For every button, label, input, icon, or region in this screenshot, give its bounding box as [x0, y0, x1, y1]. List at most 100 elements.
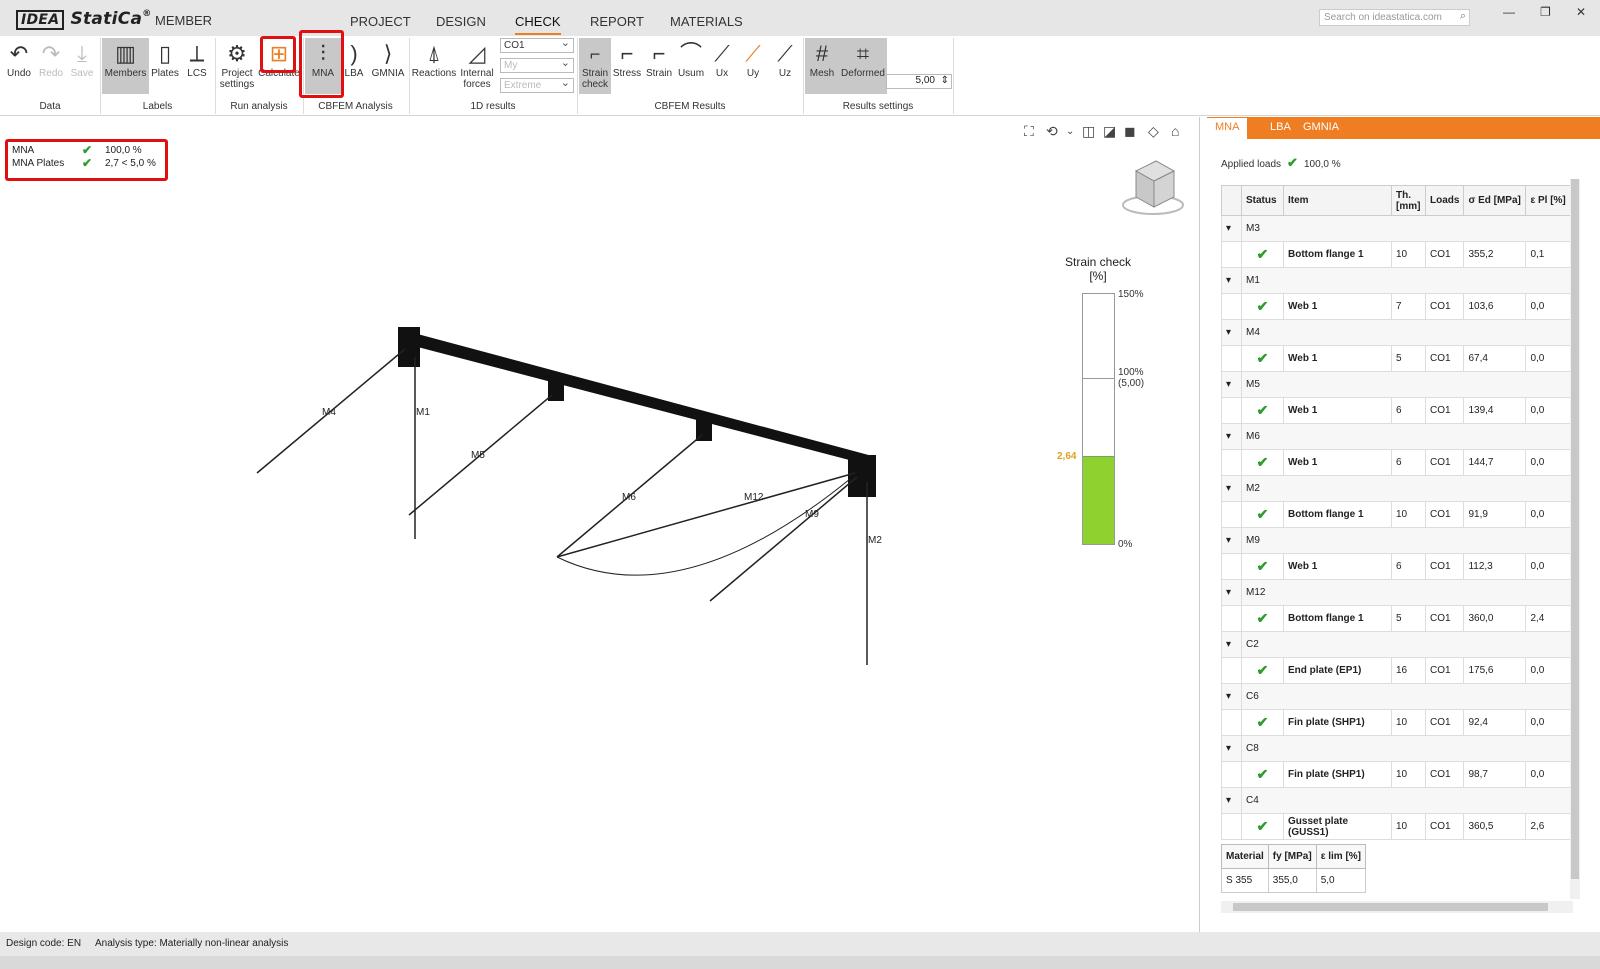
- tab-mna[interactable]: MNA: [1207, 118, 1248, 139]
- col-status[interactable]: Status: [1241, 185, 1284, 216]
- table-row[interactable]: ✔ Web 1 7 CO1 103,6 0,0: [1221, 293, 1573, 320]
- group-row[interactable]: ▾ M3: [1221, 215, 1573, 242]
- deformation-scale-input[interactable]: 5,00: [886, 74, 952, 89]
- group-row[interactable]: ▾ M9: [1221, 527, 1573, 554]
- 3d-viewport[interactable]: MNA ✔ 100,0 % MNA Plates ✔ 2,7 < 5,0 % ⛶ ⟲ ⌄…: [0, 117, 1200, 932]
- horizontal-scrollbar[interactable]: [1221, 901, 1573, 913]
- gmnia-button[interactable]: ⟩ GMNIA: [368, 38, 408, 94]
- expand-icon[interactable]: ▾: [1221, 631, 1242, 658]
- group-row[interactable]: ▾ C8: [1221, 735, 1573, 762]
- scrollbar-thumb[interactable]: [1571, 179, 1579, 879]
- extreme-select[interactable]: Extreme: [500, 76, 574, 93]
- scrollbar-thumb[interactable]: [1233, 903, 1548, 911]
- table-row[interactable]: ✔ Bottom flange 1 10 CO1 91,9 0,0: [1221, 501, 1573, 528]
- group-row[interactable]: ▾ M12: [1221, 579, 1573, 606]
- col-stress[interactable]: σ Ed [MPa]: [1463, 185, 1527, 216]
- expand-icon[interactable]: ▾: [1221, 527, 1242, 554]
- save-button[interactable]: ⤓ Save: [66, 38, 98, 94]
- table-row[interactable]: ✔ Gusset plate (GUSS1) 10 CO1 360,5 2,6: [1221, 813, 1573, 840]
- group-run-label: Run analysis: [230, 101, 288, 112]
- minimize-icon[interactable]: —: [1503, 5, 1515, 19]
- ux-button[interactable]: ⟋ Ux: [707, 38, 737, 94]
- vertical-scrollbar[interactable]: [1570, 179, 1580, 899]
- group-row[interactable]: ▾ M2: [1221, 475, 1573, 502]
- strain-check-button[interactable]: ⌐ Strain check: [579, 38, 611, 94]
- view-side-icon[interactable]: ◪: [1103, 123, 1116, 140]
- group-labels-label: Labels: [142, 101, 173, 112]
- group-row[interactable]: ▾ M1: [1221, 267, 1573, 294]
- stress-button[interactable]: ⌐ Stress: [611, 38, 643, 94]
- uz-button[interactable]: ⟋ Uz: [769, 38, 801, 94]
- expand-icon[interactable]: ▾: [1221, 267, 1242, 294]
- col-loads[interactable]: Loads: [1424, 185, 1465, 216]
- view-cube[interactable]: [1118, 153, 1188, 221]
- close-icon[interactable]: ✕: [1576, 5, 1586, 19]
- table-row[interactable]: ✔ Fin plate (SHP1) 10 CO1 92,4 0,0: [1221, 709, 1573, 736]
- table-row[interactable]: ✔ End plate (EP1) 16 CO1 175,6 0,0: [1221, 657, 1573, 684]
- lcs-button[interactable]: ⟂ LCS: [181, 38, 213, 94]
- project-settings-button[interactable]: ⚙ Project settings: [217, 38, 257, 94]
- mesh-button[interactable]: # Mesh: [805, 38, 839, 94]
- menu-design[interactable]: DESIGN: [436, 14, 486, 29]
- rotate-icon[interactable]: ⟲: [1046, 123, 1058, 140]
- table-row[interactable]: ✔ Fin plate (SHP1) 10 CO1 98,7 0,0: [1221, 761, 1573, 788]
- stress-cell: 360,0: [1463, 605, 1527, 632]
- tab-gmnia[interactable]: GMNIA: [1303, 121, 1339, 133]
- group-row[interactable]: ▾ C6: [1221, 683, 1573, 710]
- load-case-select[interactable]: CO1: [500, 36, 574, 53]
- expand-icon[interactable]: ▾: [1221, 371, 1242, 398]
- home-icon[interactable]: ⌂: [1171, 123, 1179, 139]
- menu-check[interactable]: CHECK: [515, 14, 561, 35]
- redo-button[interactable]: ↷ Redo: [36, 38, 66, 94]
- view-front-icon[interactable]: ◫: [1082, 123, 1095, 140]
- thickness-cell: 5: [1391, 345, 1426, 372]
- loads-cell: CO1: [1424, 293, 1465, 320]
- component-select[interactable]: My: [500, 56, 574, 73]
- members-button[interactable]: ▥ Members: [102, 38, 149, 94]
- menu-materials[interactable]: MATERIALS: [670, 14, 743, 29]
- table-row[interactable]: ✔ Web 1 6 CO1 139,4 0,0: [1221, 397, 1573, 424]
- strain-cell: 0,0: [1525, 553, 1573, 580]
- expand-icon[interactable]: ▾: [1221, 683, 1242, 710]
- expand-icon[interactable]: ▾: [1221, 735, 1242, 762]
- group-row[interactable]: ▾ C4: [1221, 787, 1573, 814]
- expand-icon[interactable]: ▾: [1221, 787, 1242, 814]
- strain-button[interactable]: ⌐ Strain: [643, 38, 675, 94]
- internal-forces-button[interactable]: ◿ Internal forces: [457, 38, 497, 94]
- reactions-button[interactable]: ⍋ Reactions: [411, 38, 457, 94]
- section-icon[interactable]: ◇: [1148, 123, 1159, 140]
- usum-button[interactable]: ⌒ Usum: [675, 38, 707, 94]
- uy-button[interactable]: ⟋ Uy: [737, 38, 769, 94]
- plates-button[interactable]: ▯ Plates: [149, 38, 181, 94]
- restore-icon[interactable]: ❐: [1540, 5, 1551, 19]
- group-row[interactable]: ▾ M6: [1221, 423, 1573, 450]
- zoom-extents-icon[interactable]: ⛶: [1024, 123, 1034, 140]
- undo-button[interactable]: ↶ Undo: [2, 38, 36, 94]
- table-row[interactable]: ✔ Web 1 5 CO1 67,4 0,0: [1221, 345, 1573, 372]
- expand-icon[interactable]: ▾: [1221, 319, 1242, 346]
- lba-button[interactable]: ) LBA: [342, 38, 366, 94]
- col-item[interactable]: Item: [1283, 185, 1392, 216]
- expand-icon[interactable]: ▾: [1221, 423, 1242, 450]
- item-cell: Web 1: [1283, 345, 1392, 372]
- menu-report[interactable]: REPORT: [590, 14, 644, 29]
- menu-project[interactable]: PROJECT: [350, 14, 411, 29]
- col-plastic-strain[interactable]: ε Pl [%]: [1525, 185, 1573, 216]
- expand-icon[interactable]: ▾: [1221, 215, 1242, 242]
- table-row[interactable]: ✔ Bottom flange 1 10 CO1 355,2 0,1: [1221, 241, 1573, 268]
- tab-lba[interactable]: LBA: [1270, 121, 1291, 133]
- view-iso-icon[interactable]: ◼: [1124, 123, 1136, 140]
- expand-icon[interactable]: ▾: [1221, 579, 1242, 606]
- table-row[interactable]: ✔ Bottom flange 1 5 CO1 360,0 2,4: [1221, 605, 1573, 632]
- group-row[interactable]: ▾ M4: [1221, 319, 1573, 346]
- group-row[interactable]: ▾ C2: [1221, 631, 1573, 658]
- strain-cell: 2,4: [1525, 605, 1573, 632]
- table-row[interactable]: ✔ Web 1 6 CO1 112,3 0,0: [1221, 553, 1573, 580]
- expand-icon[interactable]: ▾: [1221, 475, 1242, 502]
- group-row[interactable]: ▾ M5: [1221, 371, 1573, 398]
- col-thickness[interactable]: Th. [mm]: [1391, 185, 1426, 216]
- chevron-down-icon[interactable]: ⌄: [1066, 126, 1074, 137]
- deformed-button[interactable]: ⌗ Deformed: [839, 38, 887, 94]
- search-input[interactable]: Search on ideastatica.com ⌕: [1319, 9, 1470, 26]
- table-row[interactable]: ✔ Web 1 6 CO1 144,7 0,0: [1221, 449, 1573, 476]
